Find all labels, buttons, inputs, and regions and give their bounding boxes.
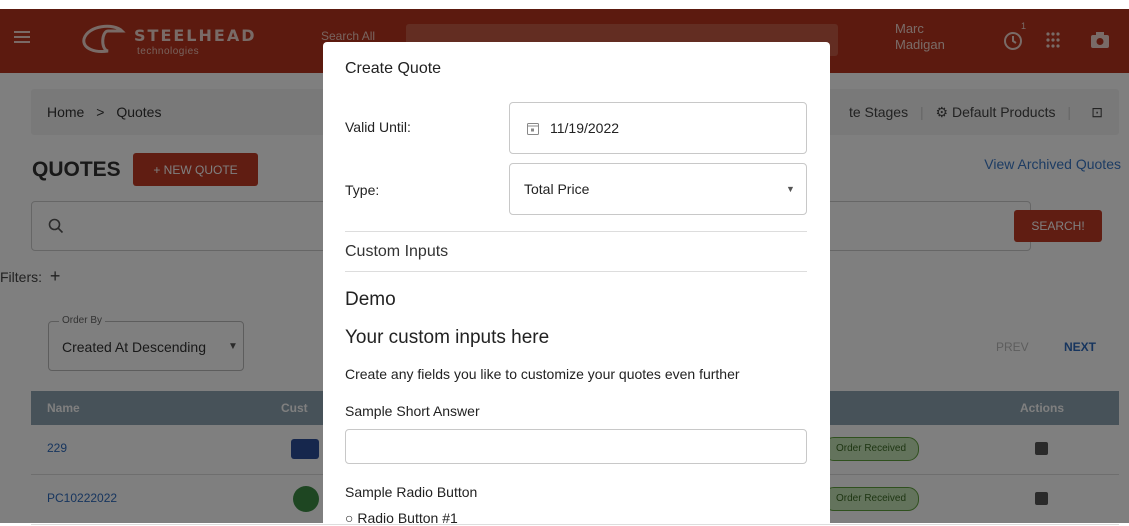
divider <box>345 231 807 232</box>
divider <box>345 271 807 272</box>
chevron-down-icon: ▼ <box>786 184 795 194</box>
radio-option-label: Radio Button #1 <box>357 510 458 526</box>
type-label: Type: <box>345 182 380 198</box>
valid-until-label: Valid Until: <box>345 119 411 135</box>
dialog-title: Create Quote <box>345 60 442 77</box>
calendar-icon <box>527 123 539 135</box>
custom-inputs-heading: Custom Inputs <box>345 243 449 260</box>
create-quote-dialog: Create Quote Valid Until: 11/19/2022 Typ… <box>323 42 830 526</box>
radio-option[interactable]: ○ Radio Button #1 <box>345 510 458 526</box>
short-answer-label: Sample Short Answer <box>345 403 480 419</box>
custom-inputs-description: Create any fields you like to customize … <box>345 366 740 382</box>
custom-inputs-title: Your custom inputs here <box>345 327 550 348</box>
valid-until-date-field[interactable]: 11/19/2022 <box>509 102 807 154</box>
type-value: Total Price <box>524 181 590 197</box>
valid-until-value: 11/19/2022 <box>550 120 620 136</box>
radio-group-label: Sample Radio Button <box>345 484 478 500</box>
short-answer-input[interactable] <box>345 429 807 464</box>
radio-unchecked-icon: ○ <box>345 510 354 526</box>
demo-heading: Demo <box>345 289 396 310</box>
app-frame: STEELHEAD technologies Search All Marc M… <box>0 0 1129 526</box>
type-select[interactable]: Total Price ▼ <box>509 163 807 215</box>
